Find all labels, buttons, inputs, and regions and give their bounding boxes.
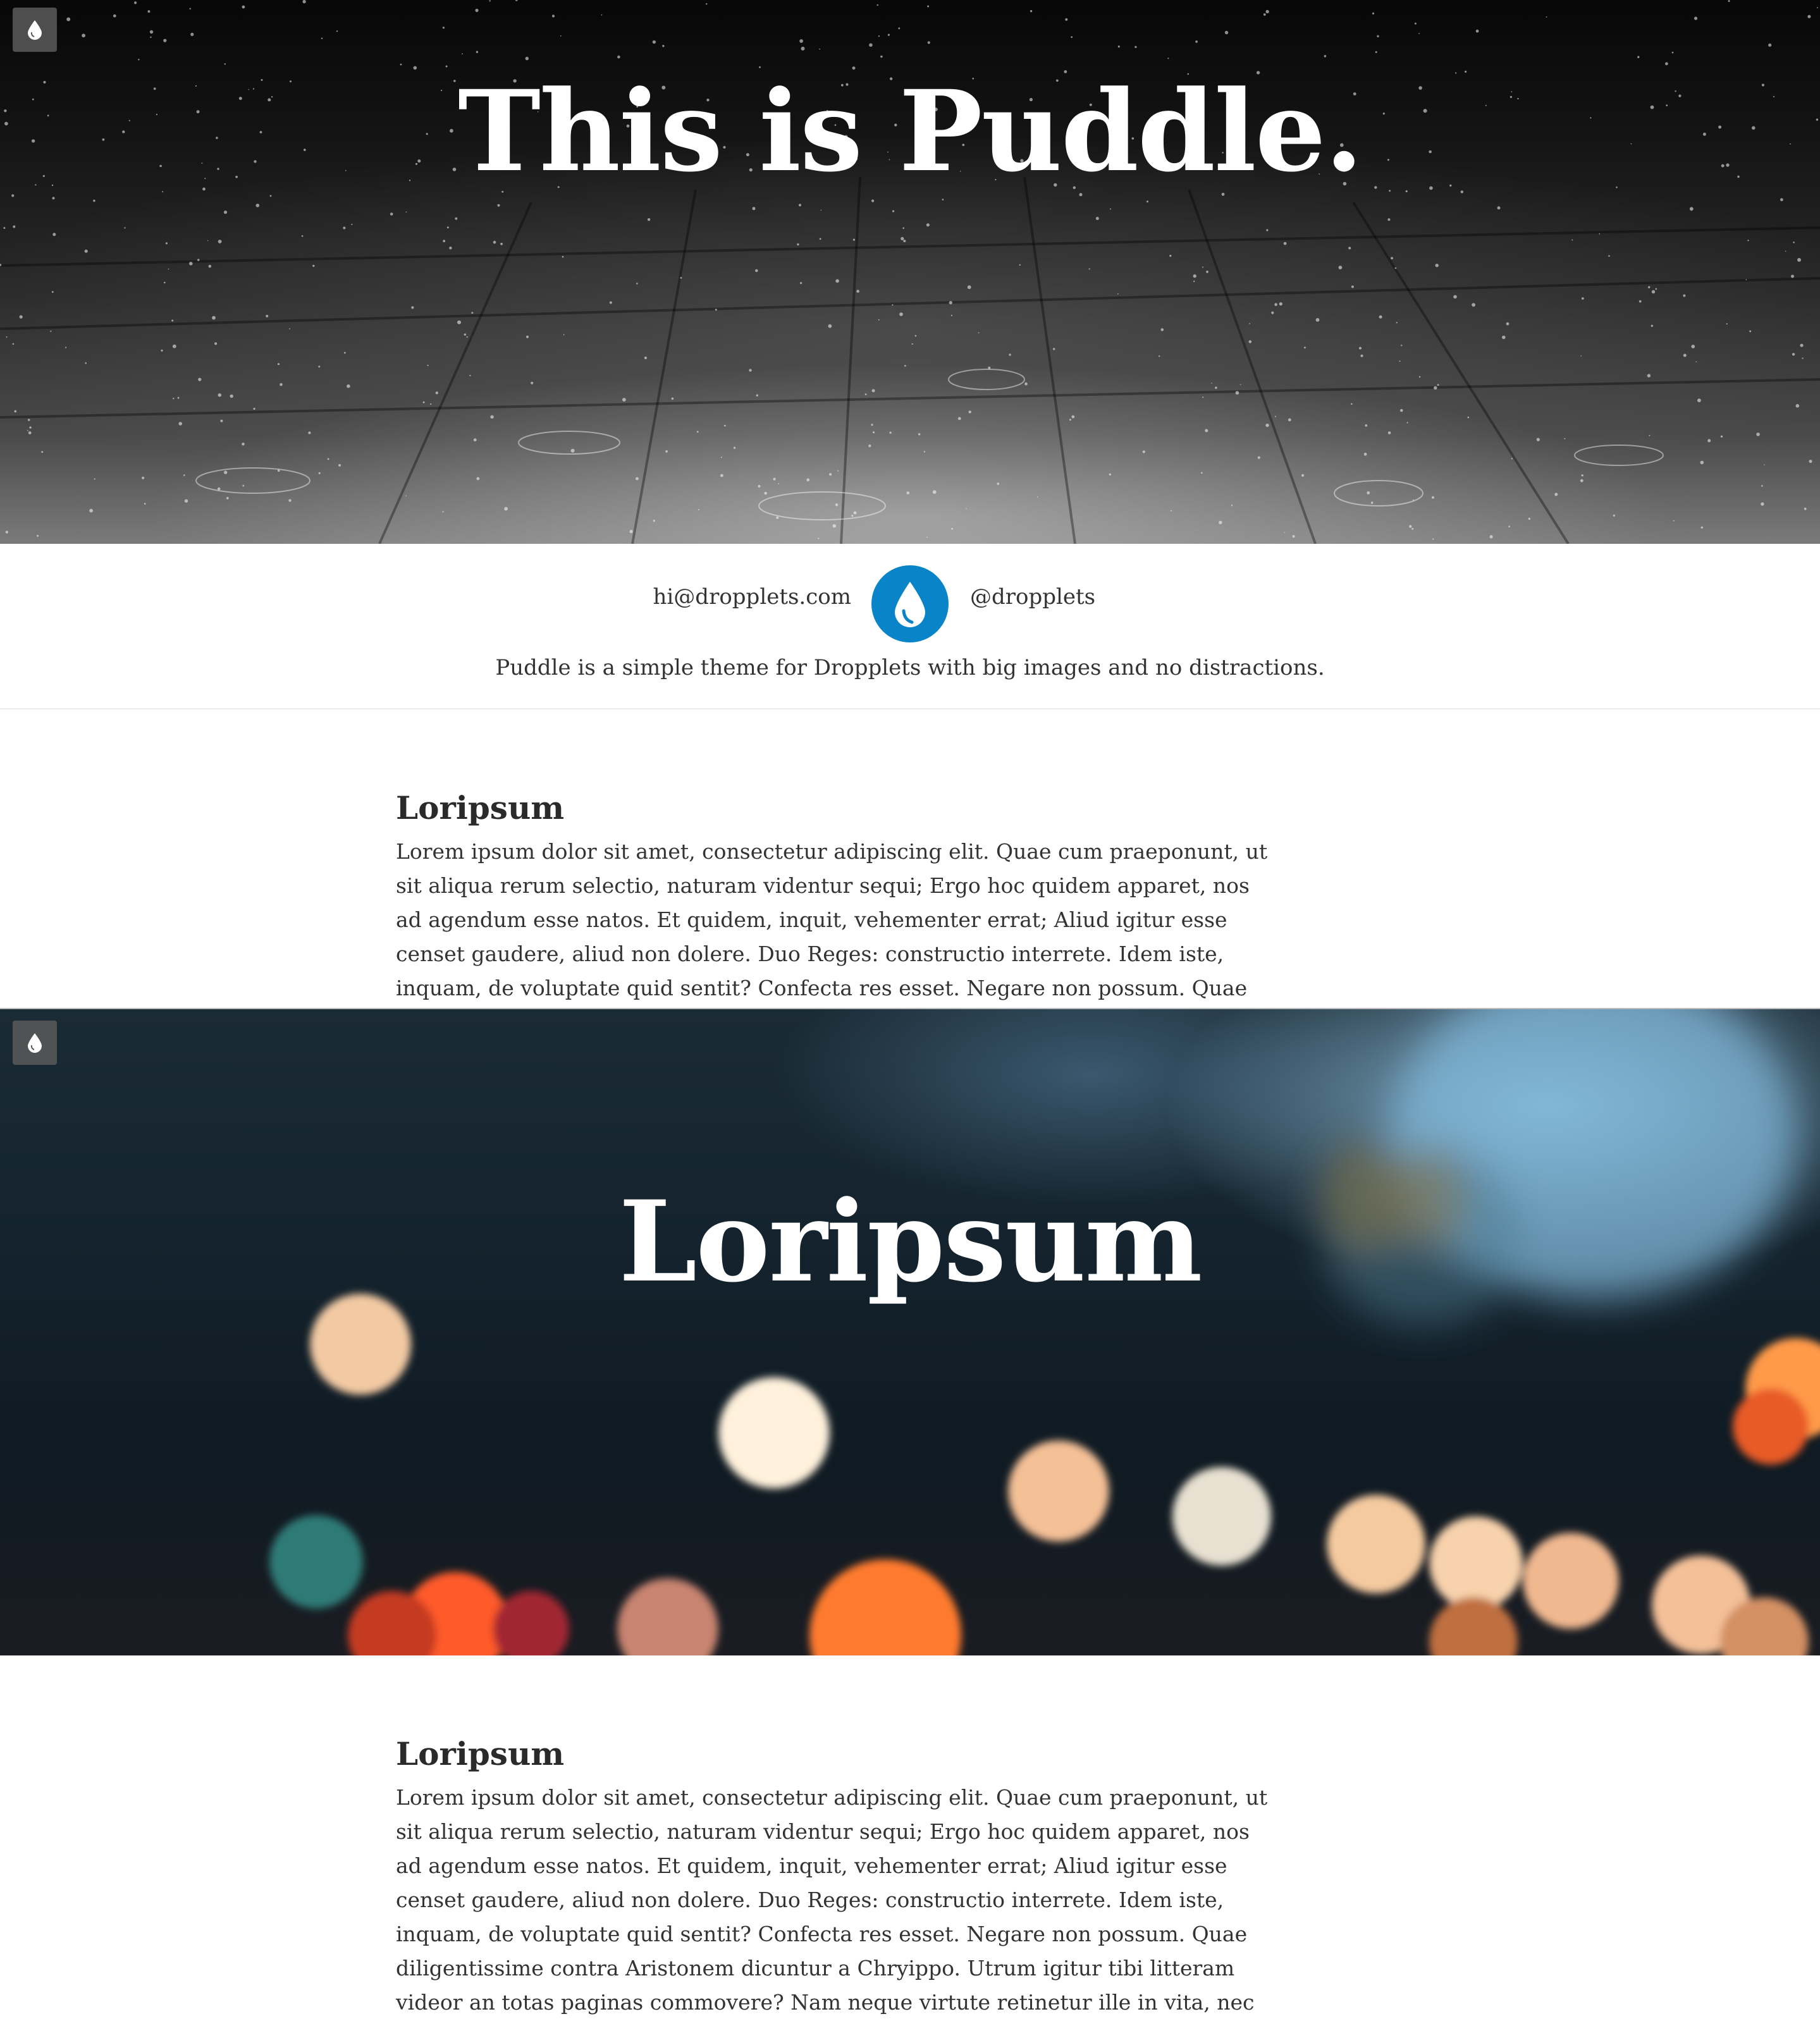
page: This is Puddle. hi@dropplets.com @droppl… bbox=[0, 0, 1820, 2026]
avatar[interactable] bbox=[871, 565, 949, 642]
post-hero-title: Loripsum bbox=[618, 1176, 1202, 1307]
site-hero: This is Puddle. bbox=[0, 0, 1820, 544]
post-body: Lorem ipsum dolor sit amet, consectetur … bbox=[396, 1785, 1268, 2026]
menu-badge[interactable] bbox=[13, 8, 57, 52]
bokeh-background-image bbox=[269, 1009, 1820, 1655]
post-excerpt: Lorem ipsum dolor sit amet, consectetur … bbox=[396, 839, 1268, 1000]
screen-home: This is Puddle. hi@dropplets.com @droppl… bbox=[0, 0, 1820, 1008]
screen-post: Loripsum Loripsum Lorem ipsum dolor sit … bbox=[0, 1008, 1820, 2026]
menu-badge[interactable] bbox=[13, 1021, 57, 1065]
site-title: This is Puddle. bbox=[458, 66, 1363, 197]
droplet-icon bbox=[28, 20, 42, 40]
post-title: Loripsum bbox=[396, 1735, 565, 1772]
site-identity: hi@dropplets.com @dropplets Puddle is a … bbox=[0, 544, 1820, 709]
post-hero: Loripsum bbox=[0, 1009, 1820, 1655]
twitter-handle-link[interactable]: @dropplets bbox=[970, 584, 1095, 610]
droplet-icon bbox=[28, 1033, 42, 1053]
email-link[interactable]: hi@dropplets.com bbox=[653, 584, 851, 610]
site-tagline: Puddle is a simple theme for Dropplets w… bbox=[495, 655, 1325, 680]
droplet-icon bbox=[895, 582, 925, 627]
post-article: Loripsum Lorem ipsum dolor sit amet, con… bbox=[396, 1735, 1269, 2026]
post-title[interactable]: Loripsum bbox=[396, 789, 1269, 827]
post-preview: Loripsum Lorem ipsum dolor sit amet, con… bbox=[396, 789, 1269, 1008]
contact-row: hi@dropplets.com @dropplets bbox=[0, 565, 1820, 644]
